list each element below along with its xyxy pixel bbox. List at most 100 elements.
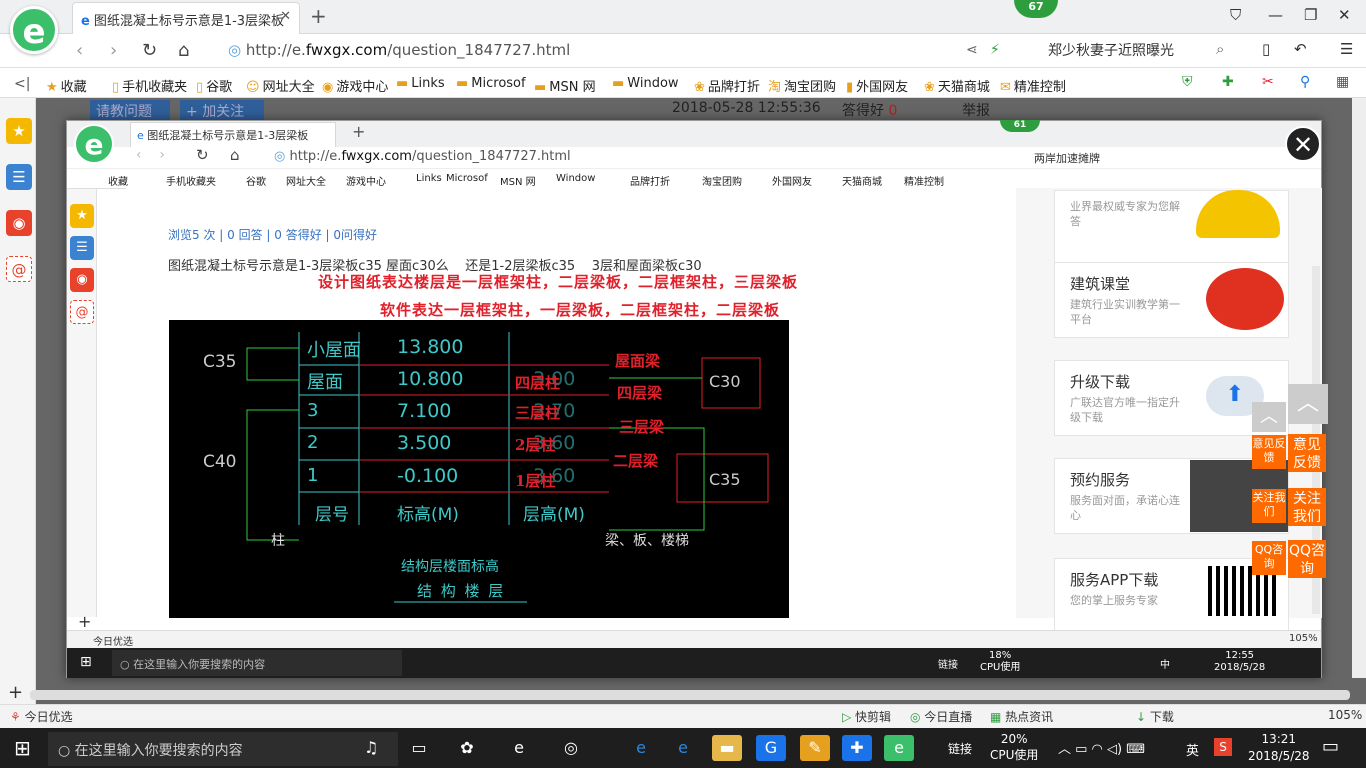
zoom-level[interactable]: 105% [1328,708,1362,722]
phone-icon[interactable]: ▯ [1262,40,1270,58]
browser-taskbar-icon[interactable]: e [884,735,914,761]
status-item-3[interactable]: ↓ 下载 [1136,708,1174,725]
notes-icon[interactable]: ✎ [800,735,830,761]
clock[interactable]: 13:21 2018/5/28 [1248,731,1310,765]
status-today-picks[interactable]: ⚘ 今日优选 [10,708,73,725]
shirt-icon[interactable]: ⛉ [1230,6,1241,24]
inner-bookmark-1[interactable]: 手机收藏夹 [166,173,216,188]
inner-bookmark-13[interactable]: 精准控制 [904,173,944,188]
home-button[interactable]: ⌂ [178,40,189,61]
inner-weibo-icon[interactable]: ◉ [70,268,94,292]
add-button[interactable]: + [8,682,23,703]
back-to-top-button[interactable]: ︿ [1288,384,1328,424]
inner-url-input[interactable]: ◎ http://e.fwxgx.com/question_1847727.ht… [274,149,571,164]
taskbar-search[interactable]: ○ 在这里输入你要搜索的内容 [48,732,398,766]
inner-bookmark-11[interactable]: 外国网友 [772,173,812,188]
shield-icon[interactable]: ⛨ [1182,74,1193,90]
forward-button[interactable]: › [110,40,117,61]
edge-icon[interactable]: e [626,735,656,761]
bookmark-1[interactable]: ▯ 手机收藏夹 [112,76,187,95]
inner-bookmark-0[interactable]: 收藏 [108,173,128,188]
float-button-2[interactable]: QQ咨询 [1288,540,1326,578]
tray-icons[interactable]: ︿ ▭ ◠ ◁) ⌨ [1058,738,1145,757]
start-icon[interactable]: ⊞ [14,736,31,760]
close-overlay-button[interactable]: ✕ [1285,126,1321,162]
scissors-icon[interactable]: ✂ [1262,74,1274,90]
mic-icon[interactable]: ♫ [364,738,378,757]
close-window-button[interactable]: ✕ [1338,6,1351,24]
status-item-2[interactable]: ▦ 热点资讯 [990,708,1053,725]
menu-icon[interactable]: ☰ [1340,40,1353,58]
bookmark-11[interactable]: ▮ 外国网友 [846,76,908,95]
swirl-icon[interactable]: ◎ [556,735,586,761]
float-button-0[interactable]: 意见反馈 [1288,434,1326,472]
bookmark-10[interactable]: 淘淘宝团购 [768,76,836,95]
bookmark-4[interactable]: ◉ 游戏中心 [322,76,388,95]
folder-icon[interactable]: ▬ [712,735,742,761]
inner-list-icon[interactable]: ☰ [70,236,94,260]
lightning-icon[interactable]: ⚡ [990,42,1000,58]
weibo-icon[interactable]: ◉ [6,210,32,236]
minimize-button[interactable]: — [1268,6,1283,24]
inner-bookmark-5[interactable]: Links [416,173,442,184]
bookmark-7[interactable]: ▬ MSN 网 [534,76,596,95]
inner-tab-active[interactable]: e 图纸混凝土标号示意是1-3层梁板 [130,122,336,147]
search-icon[interactable]: ⌕ [1216,40,1224,58]
ime-indicator[interactable]: 英 [1186,740,1199,759]
inner-star-icon[interactable]: ★ [70,204,94,228]
bookmark-13[interactable]: ✉ 精准控制 [1000,76,1066,95]
glodon-icon[interactable]: G [756,735,786,761]
inner-email-icon[interactable]: @ [70,300,94,324]
inner-bookmark-12[interactable]: 天猫商城 [842,173,882,188]
email-icon[interactable]: @ [6,256,32,282]
bookmark-6[interactable]: ▬ Microsof [456,76,526,91]
behind-ask-button[interactable]: 请教问题 [90,100,170,120]
close-tab-icon[interactable]: ✕ [280,9,291,24]
inner-taskbar-search[interactable]: ○ 在这里输入你要搜索的内容 [112,650,402,676]
fan-icon[interactable]: ✿ [452,735,482,761]
plus-app-icon[interactable]: ✚ [842,735,872,761]
refresh-button[interactable]: ↻ [142,40,157,61]
float-button-1[interactable]: 关注我们 [1288,488,1326,526]
behind-follow-button[interactable]: + 加关注 [180,100,264,120]
search-input[interactable]: 郑少秋妻子近照曝光 [1048,40,1174,60]
inner-back-button[interactable]: ‹ › [136,147,165,163]
inner-refresh-button[interactable]: ↻ [196,146,209,164]
browser-e-icon[interactable]: e [504,735,534,761]
inner-home-button[interactable]: ⌂ [230,146,240,164]
inner-search-input[interactable]: 两岸加速摊牌 [1034,150,1100,166]
bookmark-8[interactable]: ▬ Window [612,76,679,91]
horizontal-scrollbar[interactable] [30,690,1350,700]
tab-active[interactable]: e 图纸混凝土标号示意是1-3层梁板 ✕ [72,2,300,34]
browser-logo-icon[interactable]: e [10,6,58,54]
puzzle-icon[interactable]: ✚ [1222,74,1234,90]
star-icon[interactable]: ★ [6,118,32,144]
link-label[interactable]: 链接 [948,740,972,757]
inner-add-button[interactable]: + [78,612,91,631]
bookmark-5[interactable]: ▬ Links [396,76,445,91]
notification-icon[interactable]: ▭ [1322,736,1339,757]
ie-taskbar-icon[interactable]: e [668,735,698,761]
bookmark-12[interactable]: ❀ 天猫商城 [924,76,990,95]
inner-float-button-2[interactable]: QQ咨询 [1252,541,1286,575]
bookmark-2[interactable]: ▯ 谷歌 [196,76,232,95]
new-tab-button[interactable]: + [310,4,327,28]
inner-back-to-top-button[interactable]: ︿ [1252,402,1286,432]
task-view-icon[interactable]: ▭ [404,735,434,761]
share-icon[interactable]: ⋖ [966,42,978,58]
collapse-sidebar-icon[interactable]: <| [14,76,30,92]
bookmark-3[interactable]: ☺ 网址大全 [246,76,315,95]
bookmark-0[interactable]: ★ 收藏 [46,76,87,95]
back-button[interactable]: ‹ [76,40,83,61]
inner-bookmark-2[interactable]: 谷歌 [246,173,266,188]
maximize-button[interactable]: ❐ [1304,6,1317,24]
list-icon[interactable]: ☰ [6,164,32,190]
inner-float-button-1[interactable]: 关注我们 [1252,489,1286,523]
inner-new-tab-button[interactable]: + [352,122,365,141]
undo-icon[interactable]: ↶ [1294,40,1307,58]
inner-start-icon[interactable]: ⊞ [80,654,92,670]
inner-bookmark-8[interactable]: Window [556,173,595,184]
inner-bookmark-3[interactable]: 网址大全 [286,173,326,188]
inner-bookmark-9[interactable]: 品牌打折 [630,173,670,188]
vertical-scrollbar[interactable] [1352,98,1366,678]
